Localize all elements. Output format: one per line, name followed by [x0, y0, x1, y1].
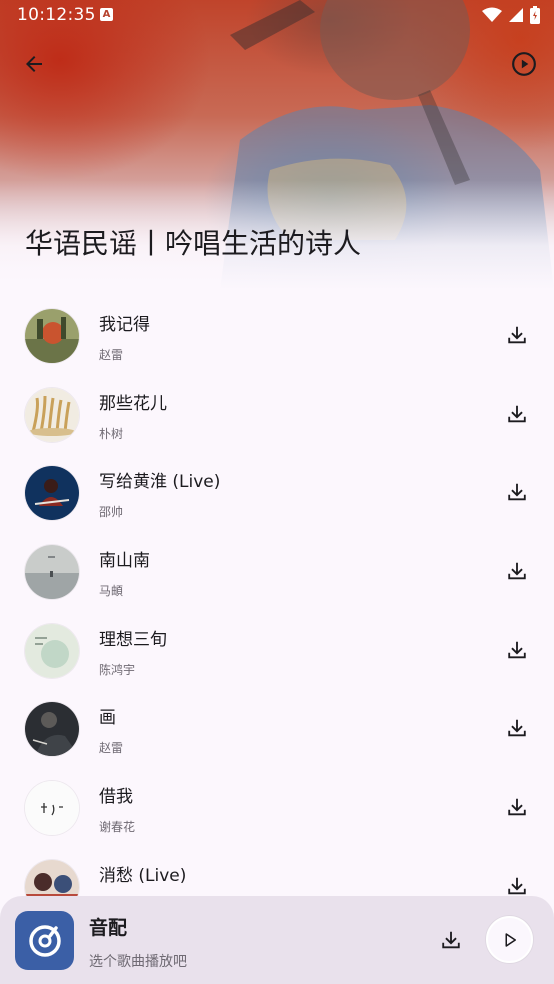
playlist-title: 华语民谣丨吟唱生活的诗人 — [25, 227, 362, 260]
player-title: 音配 — [89, 917, 128, 939]
signal-icon — [509, 8, 523, 22]
song-title: 消愁 (Live) — [99, 865, 187, 886]
song-title: 我记得 — [99, 315, 150, 335]
song-artist: 邵帅 — [99, 505, 124, 520]
play-icon — [505, 932, 516, 947]
mini-player[interactable]: 音配 选个歌曲播放吧 — [0, 896, 554, 984]
download-icon — [508, 326, 526, 344]
download-icon — [508, 484, 526, 501]
album-cover — [25, 781, 79, 836]
download-icon — [508, 641, 526, 658]
a-badge-icon: A — [100, 8, 113, 21]
song-row[interactable]: 理想三旬 陈鸿宇 — [0, 612, 554, 691]
song-list: 我记得 赵雷 那些花儿 朴树 写给黄淮 (Live) 邵帅 南山南 马頔 理想三… — [0, 297, 554, 897]
album-cover — [25, 545, 79, 600]
download-icon — [508, 877, 526, 895]
album-cover — [25, 859, 79, 897]
song-row[interactable]: 那些花儿 朴树 — [0, 376, 554, 455]
download-icon — [442, 931, 460, 949]
status-icons — [482, 6, 540, 24]
download-button[interactable] — [497, 551, 537, 591]
song-artist: 马頔 — [99, 584, 124, 599]
download-button[interactable] — [497, 472, 537, 512]
status-bar: 10:12:35 A — [0, 0, 554, 32]
player-subtitle: 选个歌曲播放吧 — [89, 954, 187, 970]
back-button[interactable] — [14, 44, 54, 84]
download-icon — [508, 720, 526, 737]
player-download-button[interactable] — [431, 920, 471, 960]
song-title: 画 — [99, 708, 116, 729]
player-play-button[interactable] — [486, 916, 533, 963]
song-row[interactable]: 消愁 (Live) — [0, 848, 554, 897]
wifi-icon — [482, 7, 502, 22]
download-button[interactable] — [497, 866, 537, 897]
arrow-left-icon — [26, 56, 42, 72]
status-time: 10:12:35 — [17, 5, 96, 25]
download-button[interactable] — [497, 630, 537, 670]
download-button[interactable] — [497, 708, 537, 748]
song-artist: 谢春花 — [99, 820, 136, 835]
download-button[interactable] — [497, 787, 537, 827]
album-cover — [25, 623, 79, 678]
song-title: 南山南 — [99, 551, 150, 572]
download-icon — [508, 798, 526, 816]
song-row[interactable]: 画 赵雷 — [0, 690, 554, 769]
song-title: 借我 — [99, 787, 133, 808]
album-cover — [25, 466, 79, 521]
app-logo-icon — [15, 911, 74, 970]
song-title: 理想三旬 — [99, 629, 167, 650]
song-title: 那些花儿 — [99, 393, 167, 414]
song-row[interactable]: 写给黄淮 (Live) 邵帅 — [0, 454, 554, 533]
song-artist: 朴树 — [99, 426, 124, 441]
song-title: 写给黄淮 (Live) — [99, 472, 221, 493]
download-button[interactable] — [497, 315, 537, 355]
song-row[interactable]: 南山南 马頔 — [0, 533, 554, 612]
song-row[interactable]: 我记得 赵雷 — [0, 297, 554, 376]
song-row[interactable]: 借我 谢春花 — [0, 769, 554, 848]
play-circle-icon — [512, 52, 536, 76]
play-all-button[interactable] — [504, 44, 544, 84]
battery-icon — [530, 6, 540, 24]
download-button[interactable] — [497, 394, 537, 434]
song-artist: 赵雷 — [99, 741, 124, 756]
album-cover — [25, 309, 79, 363]
song-artist: 陈鸿宇 — [99, 662, 136, 677]
album-cover — [25, 702, 79, 757]
download-icon — [508, 562, 526, 580]
download-icon — [508, 405, 526, 422]
song-artist: 赵雷 — [99, 348, 124, 362]
playlist-header: 10:12:35 A 华语民谣丨吟唱生活的诗人 — [0, 0, 554, 290]
album-cover — [25, 387, 79, 442]
